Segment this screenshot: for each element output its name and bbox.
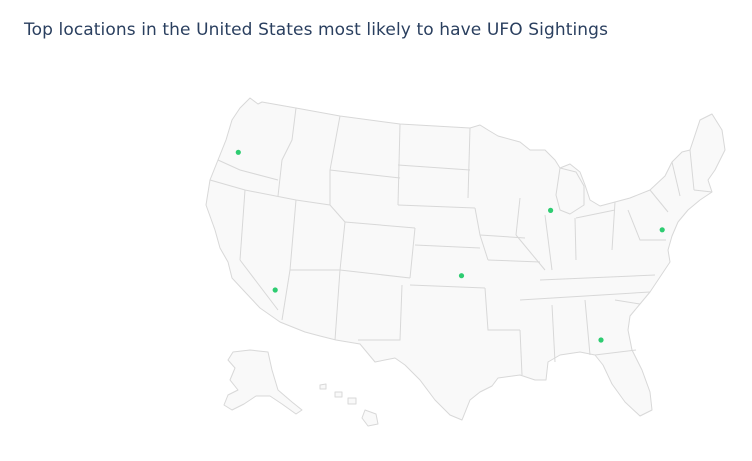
land	[205, 97, 726, 427]
hawaii-land-1	[319, 383, 327, 390]
sighting-marker[interactable]	[659, 227, 665, 233]
sighting-marker[interactable]	[598, 337, 604, 343]
hawaii-land-2	[334, 391, 343, 398]
sighting-marker[interactable]	[548, 207, 554, 213]
sighting-marker[interactable]	[458, 273, 465, 279]
sighting-marker[interactable]	[272, 287, 278, 293]
sighting-marker[interactable]	[235, 149, 241, 155]
hawaii-land-3	[347, 397, 357, 405]
alaska-land	[223, 349, 303, 415]
hawaii-land-4	[361, 409, 379, 427]
us-map	[205, 97, 726, 427]
contiguous-us-land	[205, 97, 726, 421]
